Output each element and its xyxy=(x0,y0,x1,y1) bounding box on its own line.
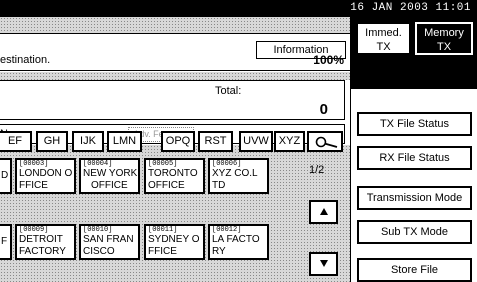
sub-tx-mode-button[interactable]: Sub TX Mode xyxy=(357,220,472,244)
tab-rst[interactable]: RST xyxy=(198,131,233,152)
tab-opq[interactable]: OPQ xyxy=(161,131,195,152)
search-button[interactable] xyxy=(307,131,343,152)
immed-tx-button[interactable]: Immed. TX xyxy=(356,22,411,55)
destination-button[interactable]: [00012] LA FACTO RY xyxy=(208,224,269,260)
total-value: 0 xyxy=(319,101,328,118)
status-bar: 16 JAN 2003 11:01 xyxy=(0,0,477,17)
datetime-display: 16 JAN 2003 11:01 xyxy=(350,2,471,14)
page-indicator: 1/2 xyxy=(309,164,325,176)
tab-xyz[interactable]: XYZ xyxy=(274,131,305,152)
right-panel: Immed. TX Memory TX TX File Status RX File… xyxy=(350,17,477,282)
destination-button[interactable]: [00004] NEW YORK OFFICE xyxy=(79,158,140,194)
tab-gh[interactable]: GH xyxy=(36,131,68,152)
destination-button[interactable]: F xyxy=(0,224,12,260)
tab-ef[interactable]: EF xyxy=(0,131,32,152)
total-display: Total: 0 xyxy=(0,80,345,120)
tab-ijk[interactable]: IJK xyxy=(72,131,104,152)
tab-lmn[interactable]: LMN xyxy=(107,131,142,152)
dotted-background xyxy=(0,17,350,33)
destination-button[interactable]: [00006] XYZ CO.L TD xyxy=(208,158,269,194)
tab-uvw[interactable]: UVW xyxy=(239,131,273,152)
scroll-up-button[interactable] xyxy=(309,200,338,224)
memory-tx-label: Memory TX xyxy=(424,27,464,53)
search-icon xyxy=(315,136,338,148)
destination-button[interactable]: [00005] TORONTO OFFICE xyxy=(144,158,205,194)
immed-tx-label: Immed. TX xyxy=(365,27,402,53)
destination-button[interactable]: D xyxy=(0,158,12,194)
dotted-background xyxy=(0,72,350,80)
destination-button[interactable]: [00003] LONDON O FFICE xyxy=(15,158,76,194)
destination-button[interactable]: [00011] SYDNEY O FFICE xyxy=(144,224,205,260)
up-arrow-icon xyxy=(319,208,328,215)
tx-mode-selector: Immed. TX Memory TX xyxy=(351,17,477,89)
transmission-mode-button[interactable]: Transmission Mode xyxy=(357,186,472,210)
destination-button[interactable]: [00009] DETROIT FACTORY xyxy=(15,224,76,260)
destination-header: Information estination. 100% xyxy=(0,33,350,71)
rx-file-status-button[interactable]: RX File Status xyxy=(357,146,472,170)
tx-file-status-button[interactable]: TX File Status xyxy=(357,112,472,136)
store-file-button[interactable]: Store File xyxy=(357,258,472,282)
memory-percent: 100% xyxy=(313,53,344,67)
memory-tx-button[interactable]: Memory TX xyxy=(415,22,473,55)
total-label: Total: xyxy=(215,85,242,97)
down-arrow-icon xyxy=(319,260,328,267)
scroll-down-button[interactable] xyxy=(309,252,338,276)
destination-prompt: estination. xyxy=(0,54,51,66)
destination-button[interactable]: [00010] SAN FRAN CISCO xyxy=(79,224,140,260)
